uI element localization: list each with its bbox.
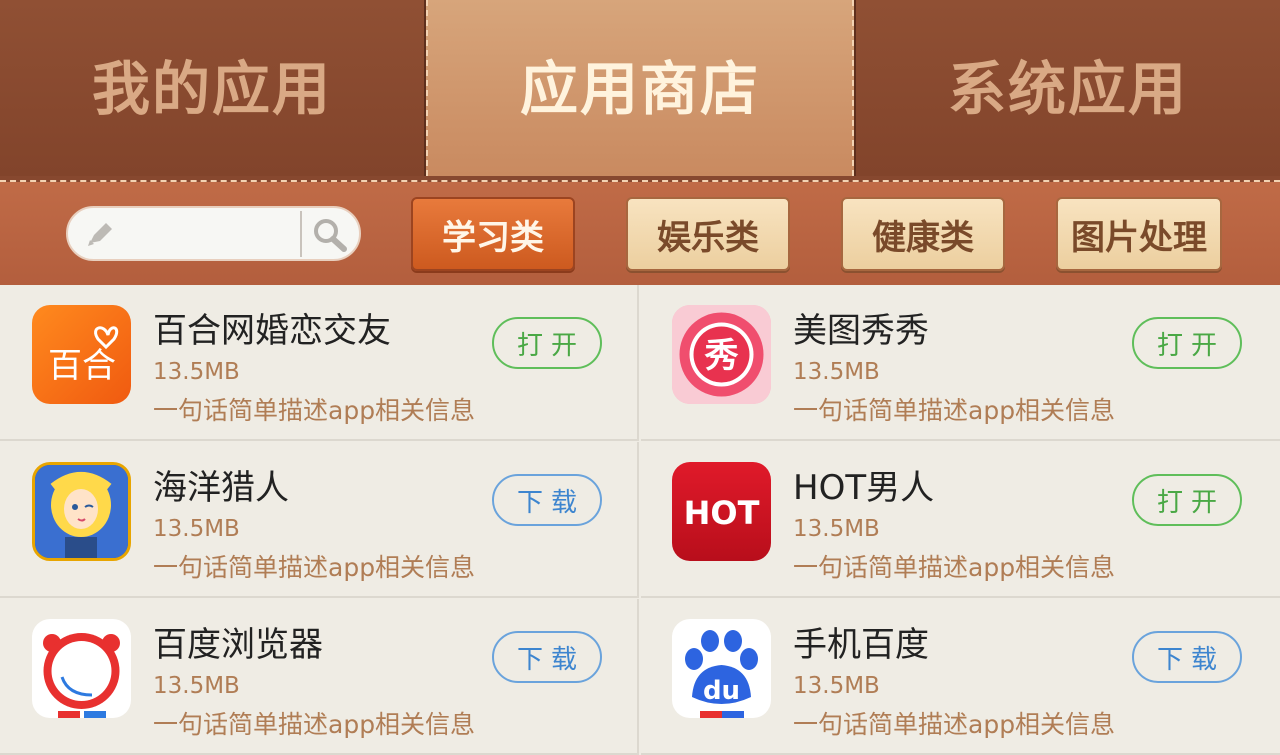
app-name: 手机百度 bbox=[793, 625, 929, 665]
open-button[interactable]: 打开 bbox=[1132, 474, 1242, 526]
app-description: 一句话简单描述app相关信息 bbox=[793, 553, 1116, 582]
app-name: HOT男人 bbox=[793, 468, 935, 508]
app-item[interactable]: HOT HOT男人 13.5MB 一句话简单描述app相关信息 打开 bbox=[641, 442, 1280, 598]
download-button[interactable]: 下载 bbox=[492, 631, 602, 683]
app-description: 一句话简单描述app相关信息 bbox=[793, 710, 1116, 739]
baidu-browser-icon bbox=[32, 619, 131, 718]
app-size: 13.5MB bbox=[153, 516, 240, 542]
app-grid: 百合 百合网婚恋交友 13.5MB 一句话简单描述app相关信息 打开 秀 美图… bbox=[0, 285, 1280, 755]
download-button[interactable]: 下载 bbox=[492, 474, 602, 526]
category-photo-editing-button[interactable]: 图片处理 bbox=[1056, 197, 1222, 271]
svg-text:HOT: HOT bbox=[684, 494, 760, 532]
tab-my-apps[interactable]: 我的应用 bbox=[0, 0, 426, 176]
app-item[interactable]: 百合 百合网婚恋交友 13.5MB 一句话简单描述app相关信息 打开 bbox=[0, 285, 639, 441]
app-size: 13.5MB bbox=[153, 359, 240, 385]
app-name: 百度浏览器 bbox=[153, 625, 323, 665]
category-health-button[interactable]: 健康类 bbox=[841, 197, 1005, 271]
app-item[interactable]: 海洋猎人 13.5MB 一句话简单描述app相关信息 下载 bbox=[0, 442, 639, 598]
app-description: 一句话简单描述app相关信息 bbox=[153, 553, 476, 582]
svg-text:百合: 百合 bbox=[48, 346, 116, 386]
hot-icon: HOT bbox=[672, 462, 771, 561]
app-name: 百合网婚恋交友 bbox=[153, 311, 391, 351]
tab-system-apps[interactable]: 系统应用 bbox=[854, 0, 1280, 176]
app-item[interactable]: du 手机百度 13.5MB 一句话简单描述app相关信息 下载 bbox=[641, 599, 1280, 755]
open-button[interactable]: 打开 bbox=[1132, 317, 1242, 369]
app-name: 美图秀秀 bbox=[793, 311, 929, 351]
search-icon[interactable] bbox=[312, 218, 348, 252]
search-input[interactable] bbox=[124, 216, 304, 254]
pencil-icon bbox=[88, 223, 112, 246]
tab-system-apps-label: 系统应用 bbox=[947, 55, 1188, 123]
search-divider bbox=[300, 211, 302, 257]
category-entertainment-button[interactable]: 娱乐类 bbox=[626, 197, 790, 271]
meitu-icon: 秀 bbox=[672, 305, 771, 404]
download-button[interactable]: 下载 bbox=[1132, 631, 1242, 683]
app-item[interactable]: 百度浏览器 13.5MB 一句话简单描述app相关信息 下载 bbox=[0, 599, 639, 755]
app-size: 13.5MB bbox=[793, 673, 880, 699]
tab-my-apps-label: 我的应用 bbox=[91, 55, 332, 123]
app-description: 一句话简单描述app相关信息 bbox=[793, 396, 1116, 425]
filter-bar: 学习类 娱乐类 健康类 图片处理 bbox=[0, 182, 1280, 285]
app-description: 一句话简单描述app相关信息 bbox=[153, 396, 476, 425]
baihe-icon: 百合 bbox=[32, 305, 131, 404]
app-item[interactable]: 秀 美图秀秀 13.5MB 一句话简单描述app相关信息 打开 bbox=[641, 285, 1280, 441]
category-study-button[interactable]: 学习类 bbox=[411, 197, 575, 271]
app-size: 13.5MB bbox=[793, 359, 880, 385]
ocean-hunter-icon bbox=[32, 462, 131, 561]
open-button[interactable]: 打开 bbox=[492, 317, 602, 369]
svg-text:秀: 秀 bbox=[704, 336, 739, 376]
app-size: 13.5MB bbox=[793, 516, 880, 542]
app-description: 一句话简单描述app相关信息 bbox=[153, 710, 476, 739]
tab-app-store[interactable]: 应用商店 bbox=[426, 0, 854, 176]
app-name: 海洋猎人 bbox=[153, 468, 289, 508]
search-box bbox=[66, 206, 361, 261]
app-size: 13.5MB bbox=[153, 673, 240, 699]
svg-text:du: du bbox=[703, 676, 740, 706]
top-tab-bar: 我的应用 应用商店 系统应用 bbox=[0, 0, 1280, 182]
tab-app-store-label: 应用商店 bbox=[519, 55, 760, 123]
baidu-paw-icon: du bbox=[672, 619, 771, 718]
